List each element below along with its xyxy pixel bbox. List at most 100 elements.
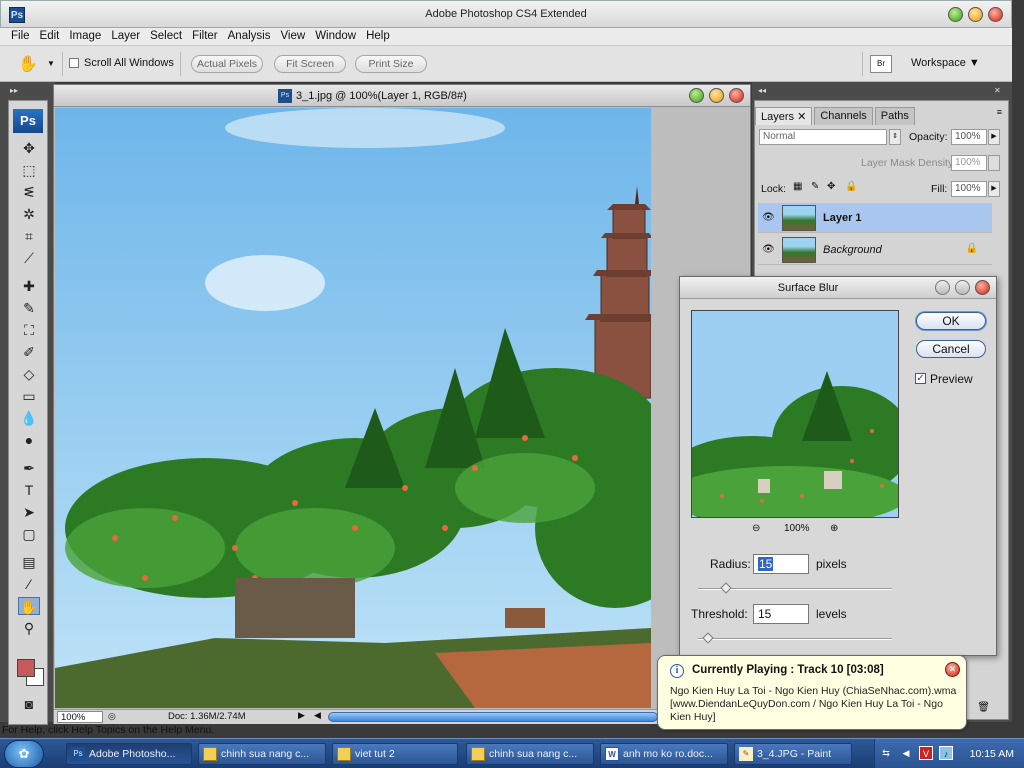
close-panel-icon[interactable]: ✕ (994, 86, 1001, 95)
fill-field[interactable]: 100% (951, 181, 987, 197)
document-maximize-button[interactable] (709, 88, 724, 103)
move-tool-icon[interactable]: ✥ (18, 139, 40, 157)
notes-tool-icon[interactable]: ▤ (18, 553, 40, 571)
tab-layers[interactable]: Layers ✕ (755, 107, 813, 125)
zoom-field[interactable]: 100% (57, 711, 103, 723)
crop-tool-icon[interactable]: ⌗ (18, 227, 40, 245)
hand-tool-icon[interactable]: ✋ (18, 597, 40, 615)
menu-analysis[interactable]: Analysis (223, 28, 276, 45)
media-player-icon[interactable]: ♪ (939, 746, 953, 760)
now-playing-notification[interactable]: i Currently Playing : Track 10 [03:08] ✕… (657, 655, 967, 730)
threshold-slider-handle[interactable] (702, 632, 714, 644)
scroll-all-windows-checkbox[interactable] (69, 58, 79, 68)
magic-wand-tool-icon[interactable]: ✲ (18, 205, 40, 223)
path-selection-tool-icon[interactable]: ➤ (18, 503, 40, 521)
zoom-tool-icon[interactable]: ⚲ (18, 619, 40, 637)
maximize-button[interactable] (968, 7, 983, 22)
clone-stamp-tool-icon[interactable]: ⛶ (18, 321, 40, 339)
scroll-left-icon[interactable]: ◀ (314, 710, 321, 721)
threshold-field[interactable]: 15 (753, 604, 809, 624)
fit-screen-button[interactable]: Fit Screen (274, 55, 346, 73)
radius-slider[interactable] (698, 582, 892, 594)
document-size-info[interactable]: Doc: 1.36M/2.74M (168, 711, 246, 722)
print-size-button[interactable]: Print Size (355, 55, 427, 73)
taskbar-item-paint[interactable]: ✎ 3_4.JPG - Paint (734, 743, 852, 765)
hand-icon[interactable]: ✋ (18, 54, 38, 74)
close-button[interactable] (988, 7, 1003, 22)
dialog-close-button[interactable] (975, 280, 990, 295)
cancel-button[interactable]: Cancel (916, 340, 986, 358)
status-icon[interactable]: ◎ (108, 711, 116, 722)
image-canvas[interactable] (55, 108, 651, 708)
fill-arrow-icon[interactable]: ▶ (988, 181, 1000, 197)
horizontal-scrollbar[interactable] (328, 712, 658, 722)
blend-mode-select[interactable]: Normal (759, 129, 887, 145)
lock-brush-icon[interactable]: ✎ (811, 181, 819, 192)
bridge-icon[interactable]: Br (870, 55, 892, 73)
document-minimize-button[interactable] (689, 88, 704, 103)
menu-help[interactable]: Help (361, 28, 395, 45)
threshold-slider[interactable] (698, 632, 892, 644)
ok-button[interactable]: OK (916, 312, 986, 330)
taskbar-item-folder-2[interactable]: viet tut 2 (332, 743, 458, 765)
panel-menu-icon[interactable]: ≡ (997, 107, 1002, 117)
taskbar-item-folder-3[interactable]: chinh sua nang c... (466, 743, 594, 765)
close-icon[interactable]: ✕ (797, 111, 806, 123)
lock-all-icon[interactable]: 🔒 (845, 181, 857, 192)
close-icon[interactable]: ✕ (945, 662, 960, 677)
workspace-menu[interactable]: Workspace ▼ (911, 57, 980, 69)
blur-tool-icon[interactable]: 💧 (18, 409, 40, 427)
tab-paths[interactable]: Paths (874, 107, 915, 125)
preview-checkbox[interactable]: ✓ (915, 373, 926, 384)
trash-icon[interactable]: 🗑 (977, 702, 990, 713)
menu-image[interactable]: Image (64, 28, 106, 45)
taskbar-item-word[interactable]: Wanh mo ko ro.doc... (600, 743, 728, 765)
eye-icon[interactable]: 👁 (762, 212, 775, 223)
menu-select[interactable]: Select (145, 28, 187, 45)
antivirus-icon[interactable]: V (919, 746, 933, 760)
eye-icon[interactable]: 👁 (762, 244, 775, 255)
lasso-tool-icon[interactable]: ᓬ (18, 183, 40, 201)
actual-pixels-button[interactable]: Actual Pixels (191, 55, 263, 73)
menu-filter[interactable]: Filter (187, 28, 223, 45)
tab-channels[interactable]: Channels (814, 107, 873, 125)
menu-view[interactable]: View (275, 28, 310, 45)
eyedropper-tool-icon[interactable]: ⁄ (18, 575, 40, 593)
menu-window[interactable]: Window (310, 28, 361, 45)
layer-row-layer-1[interactable]: 👁 Layer 1 (758, 203, 992, 233)
start-button[interactable]: ✿ (4, 740, 44, 768)
menu-layer[interactable]: Layer (106, 28, 145, 45)
eraser-tool-icon[interactable]: ◇ (18, 365, 40, 383)
taskbar-item-folder-1[interactable]: chinh sua nang c... (198, 743, 326, 765)
filter-preview[interactable] (691, 310, 899, 518)
menu-file[interactable]: File (6, 28, 35, 45)
radius-slider-handle[interactable] (720, 582, 732, 594)
healing-brush-tool-icon[interactable]: ✚ (18, 277, 40, 295)
gradient-tool-icon[interactable]: ▭ (18, 387, 40, 405)
layer-row-background[interactable]: 👁 Background 🔒 (758, 235, 992, 265)
radius-field[interactable]: 15 (753, 554, 809, 574)
document-close-button[interactable] (729, 88, 744, 103)
marquee-tool-icon[interactable]: ⬚ (18, 161, 40, 179)
lock-position-icon[interactable]: ✥ (827, 181, 835, 192)
lock-transparency-icon[interactable]: ▦ (793, 181, 802, 192)
brush-tool-icon[interactable]: ✎ (18, 299, 40, 317)
blend-mode-stepper[interactable]: ⇕ (889, 129, 901, 145)
mask-density-field[interactable]: 100% (951, 155, 987, 171)
minimize-button[interactable] (948, 7, 963, 22)
network-icon[interactable]: ⇆ (879, 746, 893, 760)
collapse-icon[interactable]: ▸▸ (10, 86, 18, 95)
rectangle-tool-icon[interactable]: ▢ (18, 525, 40, 543)
chevron-down-icon[interactable]: ▼ (47, 59, 55, 68)
opacity-field[interactable]: 100% (951, 129, 987, 145)
menu-edit[interactable]: Edit (35, 28, 65, 45)
opacity-arrow-icon[interactable]: ▶ (988, 129, 1000, 145)
dodge-tool-icon[interactable]: ● (18, 431, 40, 449)
volume-icon[interactable]: ◀ (899, 746, 913, 760)
quick-mask-icon[interactable]: ◙ (18, 695, 40, 713)
slice-tool-icon[interactable]: ⟋ (18, 249, 40, 267)
history-brush-tool-icon[interactable]: ✐ (18, 343, 40, 361)
taskbar-item-photoshop[interactable]: Ps Adobe Photosho... (66, 743, 192, 765)
zoom-out-icon[interactable]: ⊖ (752, 523, 760, 534)
collapse-icon[interactable]: ◂◂ (758, 86, 766, 95)
